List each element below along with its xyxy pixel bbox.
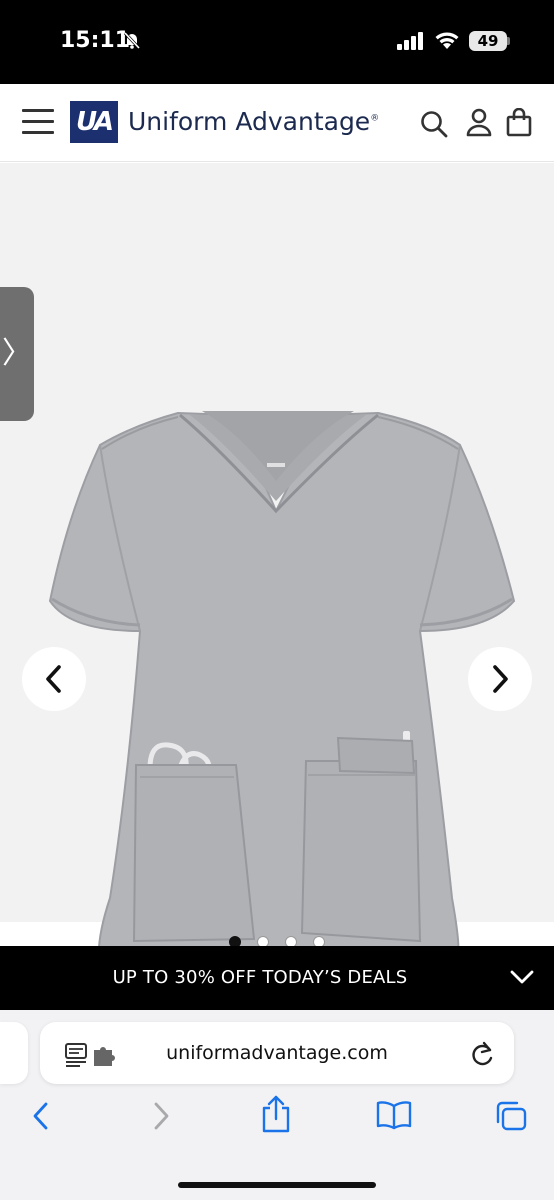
chevron-down-icon[interactable]	[509, 968, 535, 986]
product-image-gallery[interactable]: 〉	[0, 163, 554, 970]
battery-icon: 49	[469, 31, 507, 51]
promo-banner[interactable]: UP TO 30% OFF TODAY’S DEALS	[0, 946, 554, 1010]
browser-chrome: uniformadvantage.com	[0, 1010, 554, 1200]
home-indicator	[178, 1182, 376, 1188]
brand-name[interactable]: Uniform Advantage®	[128, 107, 379, 136]
address-bar[interactable]: uniformadvantage.com	[40, 1022, 514, 1084]
brand-name-text: Uniform Advantage	[128, 107, 371, 136]
shopping-bag-icon[interactable]	[506, 108, 532, 138]
registered-mark: ®	[370, 113, 380, 124]
promo-text: UP TO 30% OFF TODAY’S DEALS	[112, 967, 408, 988]
logo-mark[interactable]: UA	[70, 101, 118, 143]
bookmarks-icon[interactable]	[376, 1100, 412, 1130]
back-icon[interactable]	[30, 1100, 52, 1132]
gallery-prev-button[interactable]	[22, 647, 86, 711]
search-icon[interactable]	[420, 110, 448, 138]
hamburger-menu-icon[interactable]	[22, 109, 54, 135]
side-panel-handle[interactable]: 〉	[0, 287, 34, 421]
browser-toolbar	[0, 1095, 554, 1144]
forward-icon[interactable]	[150, 1100, 172, 1132]
product-image-scrub-top[interactable]	[40, 363, 520, 983]
chevron-left-icon	[46, 665, 61, 693]
share-icon[interactable]	[260, 1094, 292, 1134]
status-time: 15:11	[60, 28, 131, 53]
gallery-next-button[interactable]	[468, 647, 532, 711]
chevron-right-icon	[493, 665, 508, 693]
account-icon[interactable]	[466, 108, 492, 138]
previous-tab-stub[interactable]	[0, 1022, 28, 1084]
reload-icon[interactable]	[470, 1040, 496, 1068]
status-bar: 15:11 49	[0, 0, 554, 84]
site-header: UA Uniform Advantage®	[0, 84, 554, 162]
wifi-icon	[435, 32, 459, 49]
bell-slash-icon	[123, 31, 141, 50]
url-text: uniformadvantage.com	[166, 1042, 388, 1064]
tabs-icon[interactable]	[494, 1100, 528, 1132]
cellular-signal-icon	[397, 32, 423, 50]
battery-tip	[507, 37, 510, 45]
